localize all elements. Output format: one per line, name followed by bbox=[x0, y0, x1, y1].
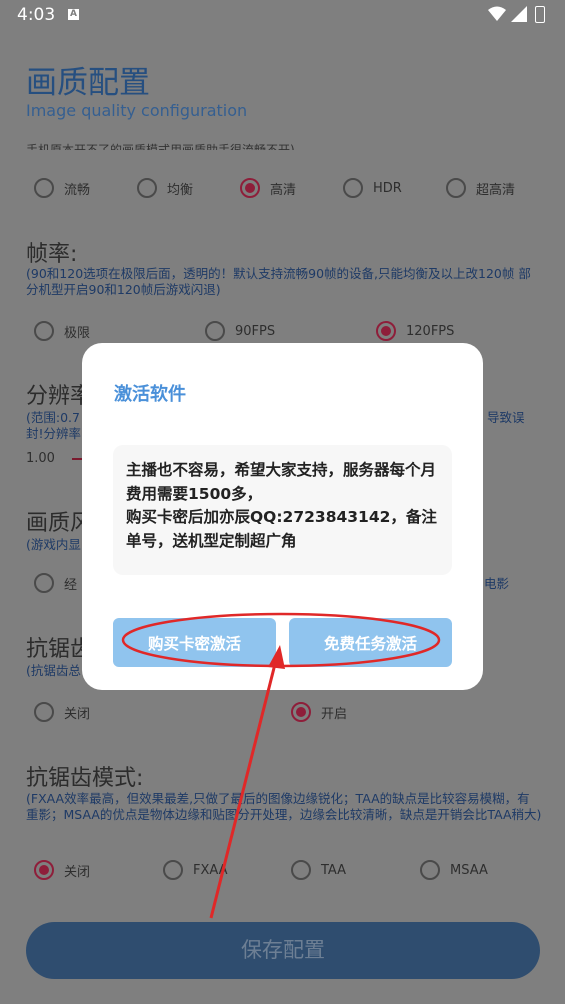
radio-aa-off[interactable]: 关闭 bbox=[34, 857, 90, 883]
quality-description: 手机原本开不了的画质模式用画质助手很流畅不开) bbox=[26, 143, 295, 150]
dialog-title: 激活软件 bbox=[114, 384, 186, 405]
framerate-description: (90和120选项在极限后面，透明的！默认支持流畅90帧的设备,只能均衡及以上改… bbox=[26, 266, 531, 297]
radio-circle bbox=[34, 321, 54, 341]
notification-icon: A bbox=[68, 9, 79, 20]
radio-quality-hd[interactable]: 高清 bbox=[240, 175, 296, 201]
save-config-button[interactable]: 保存配置 bbox=[26, 922, 540, 979]
resolution-description-end: 导致误 bbox=[487, 410, 525, 425]
style-option-movie-label: 电影 bbox=[484, 576, 510, 591]
radio-fps-90[interactable]: 90FPS bbox=[205, 318, 275, 344]
radio-antialias-on[interactable]: 开启 bbox=[291, 699, 347, 725]
radio-circle bbox=[163, 860, 183, 880]
framerate-title: 帧率: bbox=[26, 242, 78, 267]
radio-circle bbox=[240, 178, 260, 198]
radio-circle bbox=[446, 178, 466, 198]
dialog-message-box: 主播也不容易，希望大家支持，服务器每个月费用需要1500多， 购买卡密后加亦辰Q… bbox=[113, 445, 452, 575]
radio-circle bbox=[291, 702, 311, 722]
radio-aa-msaa[interactable]: MSAA bbox=[420, 857, 488, 883]
radio-circle bbox=[34, 573, 54, 593]
battery-icon bbox=[535, 6, 545, 23]
radio-circle bbox=[34, 860, 54, 880]
radio-circle bbox=[34, 178, 54, 198]
radio-aa-fxaa[interactable]: FXAA bbox=[163, 857, 228, 883]
radio-fps-120[interactable]: 120FPS bbox=[376, 318, 454, 344]
dialog-message: 主播也不容易，希望大家支持，服务器每个月费用需要1500多， 购买卡密后加亦辰Q… bbox=[126, 461, 437, 550]
status-bar: 4:03 A bbox=[0, 0, 565, 32]
radio-circle bbox=[34, 702, 54, 722]
resolution-description: (范围:0.7 bbox=[26, 410, 80, 425]
free-task-activate-button[interactable]: 免费任务激活 bbox=[289, 618, 452, 667]
radio-circle bbox=[205, 321, 225, 341]
radio-antialias-off[interactable]: 关闭 bbox=[34, 699, 90, 725]
radio-circle bbox=[343, 178, 363, 198]
radio-quality-hdr[interactable]: HDR bbox=[343, 175, 402, 201]
radio-circle bbox=[137, 178, 157, 198]
radio-quality-balanced[interactable]: 均衡 bbox=[137, 175, 193, 201]
radio-fps-extreme[interactable]: 极限 bbox=[34, 318, 90, 344]
radio-circle bbox=[376, 321, 396, 341]
wifi-icon bbox=[488, 6, 506, 21]
aa-mode-title: 抗锯齿模式: bbox=[26, 766, 144, 791]
radio-aa-taa[interactable]: TAA bbox=[291, 857, 346, 883]
page-title: 画质配置 bbox=[26, 65, 150, 101]
radio-quality-uhd[interactable]: 超高清 bbox=[446, 175, 515, 201]
buy-key-activate-button[interactable]: 购买卡密激活 bbox=[113, 618, 276, 667]
radio-circle bbox=[291, 860, 311, 880]
radio-style-classic[interactable]: 经 bbox=[34, 570, 77, 596]
page-subtitle: Image quality configuration bbox=[26, 101, 248, 120]
resolution-value: 1.00 bbox=[26, 451, 55, 466]
signal-icon bbox=[511, 6, 527, 22]
aa-mode-description: (FXAA效率最高，但效果最差,只做了最后的图像边缘锐化；TAA的缺点是比较容易… bbox=[26, 791, 542, 822]
resolution-description-line2: 封!分辨率 bbox=[26, 426, 82, 441]
radio-circle bbox=[420, 860, 440, 880]
style-description: (游戏内显 bbox=[26, 537, 81, 552]
radio-quality-smooth[interactable]: 流畅 bbox=[34, 175, 90, 201]
antialias-description: (抗锯齿总 bbox=[26, 663, 81, 678]
status-time: 4:03 bbox=[17, 5, 56, 25]
activation-dialog: 激活软件 主播也不容易，希望大家支持，服务器每个月费用需要1500多， 购买卡密… bbox=[82, 343, 483, 690]
